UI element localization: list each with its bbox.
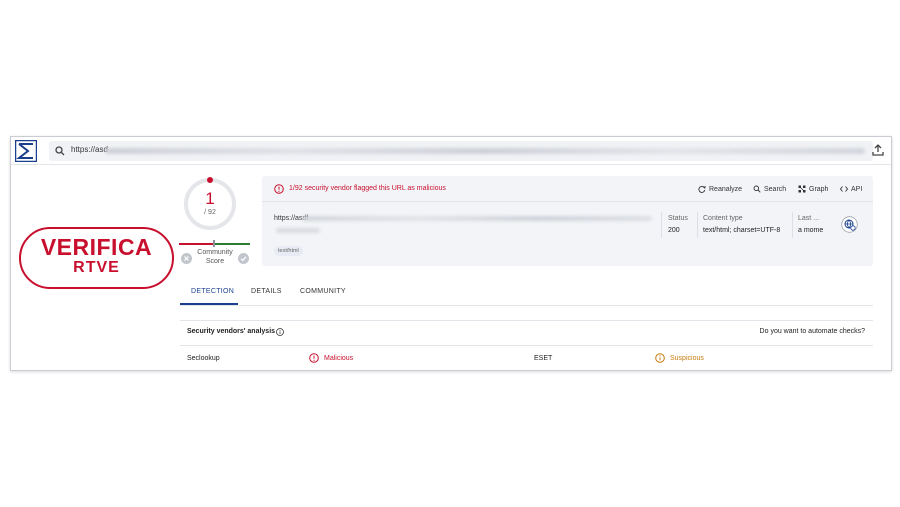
detection-total: / 92: [204, 209, 216, 216]
search-icon: [753, 185, 761, 193]
graph-label: Graph: [809, 185, 829, 193]
brand-line1: VERIFICA: [40, 234, 153, 260]
divider: [697, 212, 698, 238]
vendor-result: Malicious: [324, 355, 354, 362]
virustotal-logo-icon[interactable]: [15, 140, 37, 162]
reanalyze-button[interactable]: Reanalyze: [698, 185, 742, 193]
api-icon: [840, 186, 848, 192]
verifica-rtve-logo: VERIFICA RTVE: [19, 227, 174, 289]
refresh-icon: [698, 185, 706, 193]
divider: [661, 212, 662, 238]
brand-line2: RTVE: [73, 259, 120, 276]
graph-button[interactable]: Graph: [798, 185, 828, 193]
blurred-scanned-url: [302, 216, 652, 221]
vendor-name: Seclookup: [187, 355, 220, 362]
search-button[interactable]: Search: [753, 185, 786, 193]
blurred-url: [105, 148, 865, 154]
reanalyze-label: Reanalyze: [709, 185, 743, 193]
blurred-scanned-url-line2: [276, 228, 320, 233]
api-button[interactable]: API: [840, 185, 862, 193]
status-value: 200: [668, 227, 680, 234]
alert-icon: [274, 184, 284, 194]
suspicious-icon: [655, 353, 665, 363]
url-globe-icon[interactable]: [841, 216, 858, 233]
active-tab-indicator: [180, 303, 238, 305]
api-label: API: [851, 185, 863, 193]
last-analysis-value: a mome: [798, 227, 824, 234]
content-type-header: Content type: [703, 215, 743, 222]
url-search-bar[interactable]: https://asd: [49, 141, 873, 161]
status-header: Status: [668, 215, 688, 222]
vendors-title: Security vendors' analysis: [187, 328, 276, 335]
tab-details[interactable]: DETAILS: [251, 288, 282, 295]
automate-checks-link[interactable]: Do you want to automate checks?: [760, 328, 865, 335]
alert-message: 1/92 security vendor flagged this URL as…: [289, 185, 446, 192]
summary-card: 1/92 security vendor flagged this URL as…: [262, 176, 873, 266]
search-label: Search: [764, 185, 787, 193]
last-analysis-header: Last ...: [798, 215, 820, 222]
vote-harmless-icon[interactable]: [238, 253, 249, 264]
content-type-value: text/html; charset=UTF-8: [703, 227, 781, 234]
malicious-icon: [309, 353, 319, 363]
top-bar: https://asd: [11, 137, 891, 165]
vendor-result: Suspicious: [670, 355, 704, 362]
info-icon[interactable]: [276, 328, 284, 336]
community-score-marker: [213, 240, 215, 247]
left-panel: VERIFICA RTVE: [11, 165, 177, 370]
community-label-line2: Score: [205, 258, 225, 265]
upload-icon[interactable]: [871, 143, 885, 157]
community-score-label: Community Score: [194, 248, 236, 266]
detection-count: 1: [205, 189, 215, 208]
graph-icon: [798, 185, 806, 193]
url-text: https://asd: [71, 145, 108, 154]
tab-bar: DETECTION DETAILS COMMUNITY: [180, 284, 873, 306]
security-vendors-section: Security vendors' analysis Do you want t…: [180, 320, 873, 371]
table-row: Seclookup Malicious ESET Suspicious: [180, 345, 873, 371]
tab-community[interactable]: COMMUNITY: [300, 288, 346, 295]
divider: [792, 212, 793, 238]
alert-row: 1/92 security vendor flagged this URL as…: [262, 176, 873, 202]
content-tag[interactable]: text/html: [274, 246, 303, 256]
vendor-name: ESET: [534, 355, 553, 362]
vote-malicious-icon[interactable]: [181, 253, 192, 264]
community-label-line1: Community: [197, 249, 233, 256]
tab-detection[interactable]: DETECTION: [191, 288, 234, 295]
search-icon: [55, 146, 65, 156]
